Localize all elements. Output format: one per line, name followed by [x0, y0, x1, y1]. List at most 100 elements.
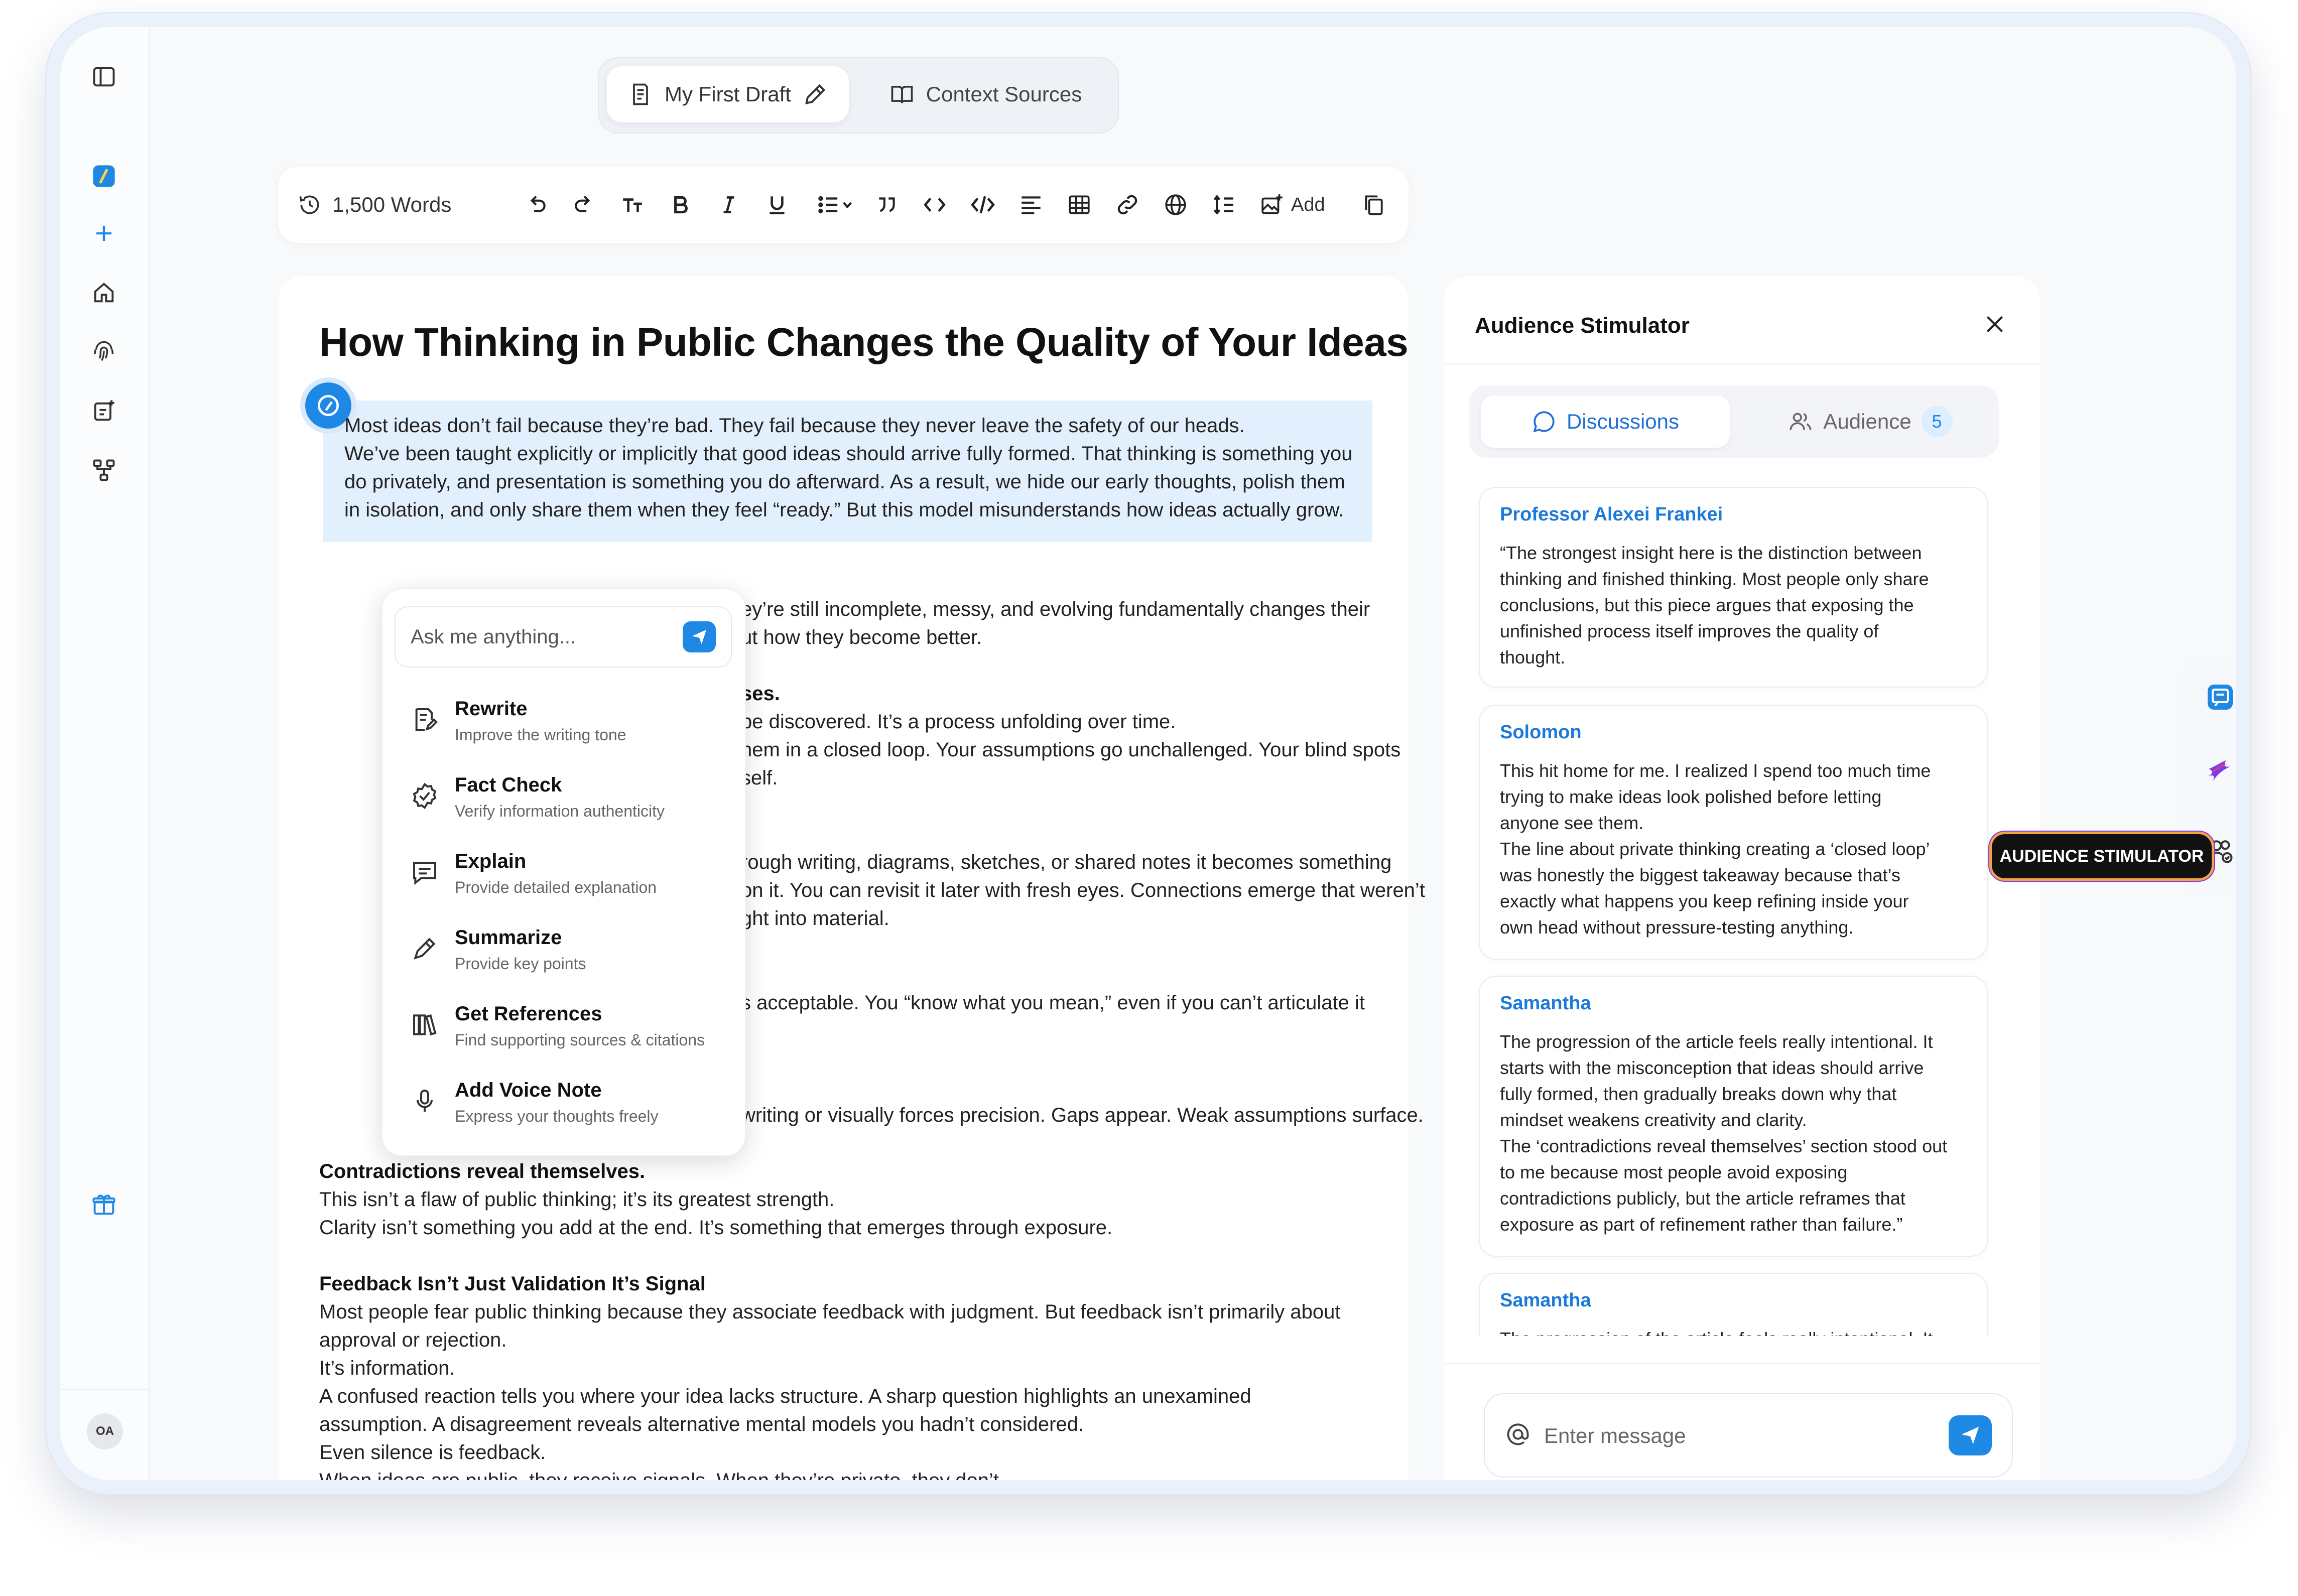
menu-item-explain[interactable]: Explain Provide detailed explanation	[405, 847, 726, 907]
paragraph-line[interactable]: It’s information.	[319, 1354, 455, 1382]
menu-item-fact-check[interactable]: Fact Check Verify information authentici…	[405, 771, 726, 831]
paragraph-line[interactable]: Even silence is feedback.	[319, 1438, 546, 1467]
microphone-icon	[417, 1090, 433, 1112]
tab-context-sources[interactable]: Context Sources	[870, 66, 1101, 122]
paragraph-line[interactable]: ut how they become better.	[741, 623, 982, 651]
tab-label: Context Sources	[926, 82, 1082, 106]
menu-item-title: Summarize	[455, 926, 562, 949]
underline-icon[interactable]	[762, 190, 792, 220]
section-heading[interactable]: Feedback Isn’t Just Validation It’s Sign…	[319, 1270, 706, 1298]
comment-text: The progression of the article feels rea…	[1500, 1031, 1948, 1235]
paragraph-line[interactable]: be discovered. It’s a process unfolding …	[741, 708, 1176, 736]
tab-audience[interactable]: Audience 5	[1755, 395, 1986, 448]
paragraph-line[interactable]: ght into material.	[741, 904, 889, 933]
panel-divider	[1444, 363, 2040, 364]
menu-item-subtitle: Express your thoughts freely	[455, 1107, 659, 1125]
fingerprint-icon[interactable]	[86, 334, 121, 369]
paragraph-line[interactable]: writing or visually forces precision. Ga…	[741, 1101, 1424, 1129]
comment-card[interactable]: Samantha The progression of the article …	[1479, 1273, 1988, 1336]
menu-item-get-references[interactable]: Get References Find supporting sources &…	[405, 1000, 726, 1060]
gift-icon[interactable]	[86, 1187, 121, 1223]
text-size-icon[interactable]	[617, 190, 648, 220]
paragraph-line[interactable]: Most ideas don’t fail because they’re ba…	[344, 412, 1245, 440]
rewrite-icon	[415, 708, 438, 731]
paragraph-line[interactable]: s acceptable. You “know what you mean,” …	[741, 989, 1365, 1017]
close-icon[interactable]	[1980, 309, 2010, 339]
paragraph-line[interactable]: assumption. A disagreement reveals alter…	[319, 1410, 1084, 1438]
add-button[interactable]: Add	[1291, 190, 1325, 220]
message-composer	[1484, 1393, 2013, 1478]
comment-text: This hit home for me. I realized I spend…	[1500, 760, 1931, 938]
commenter-name[interactable]: Samantha	[1500, 1290, 1591, 1311]
paragraph-line[interactable]: self.	[741, 764, 778, 792]
paragraph-line[interactable]: When ideas are public, they receive sign…	[319, 1467, 1004, 1480]
tab-label: Discussions	[1566, 410, 1680, 433]
paragraph-line[interactable]: on it. You can revisit it later with fre…	[741, 876, 1425, 904]
send-message-icon[interactable]	[1949, 1415, 1992, 1455]
avatar[interactable]: OA	[87, 1413, 123, 1449]
menu-item-rewrite[interactable]: Rewrite Improve the writing tone	[405, 695, 726, 755]
add-note-icon[interactable]	[86, 393, 121, 429]
paragraph-line[interactable]: Most people fear public thinking because…	[319, 1298, 1341, 1326]
paragraph-line[interactable]: hem in a closed loop. Your assumptions g…	[741, 736, 1400, 764]
history-icon	[299, 195, 319, 214]
word-count-label: 1,500 Words	[332, 193, 452, 216]
redo-icon[interactable]	[569, 190, 599, 220]
commenter-name[interactable]: Samantha	[1500, 993, 1591, 1014]
section-heading[interactable]: Contradictions reveal themselves.	[319, 1157, 645, 1185]
menu-item-add-voice-note[interactable]: Add Voice Note Express your thoughts fre…	[405, 1076, 726, 1136]
ask-placeholder: Ask me anything...	[411, 625, 576, 648]
tab-discussions[interactable]: Discussions	[1481, 395, 1730, 448]
ask-anything-input[interactable]: Ask me anything...	[395, 606, 732, 668]
align-icon[interactable]	[1016, 190, 1046, 220]
discussion-list: Professor Alexei Frankei “The strongest …	[1444, 487, 2040, 1336]
paragraph-line[interactable]: ey’re still incomplete, messy, and evolv…	[741, 595, 1370, 623]
document-title[interactable]: How Thinking in Public Changes the Quali…	[319, 319, 1409, 365]
code-icon[interactable]	[920, 190, 950, 220]
ai-spark-icon[interactable]	[2204, 755, 2236, 788]
link-icon[interactable]	[1112, 190, 1142, 220]
pencil-icon[interactable]	[802, 81, 828, 107]
paragraph-line[interactable]: Clarity isn’t something you add at the e…	[319, 1214, 1112, 1242]
comment-card[interactable]: Professor Alexei Frankei “The strongest …	[1479, 487, 1988, 688]
list-dropdown-icon[interactable]	[811, 190, 859, 220]
sidebar-toggle-icon[interactable]	[86, 59, 121, 94]
home-icon[interactable]	[86, 275, 121, 310]
menu-item-summarize[interactable]: Summarize Provide key points	[405, 923, 726, 984]
tab-label: My First Draft	[665, 82, 791, 106]
book-open-icon	[891, 85, 913, 103]
message-input[interactable]	[1543, 1414, 1937, 1457]
at-mention-icon[interactable]	[1505, 1421, 1531, 1447]
copy-icon[interactable]	[1358, 190, 1388, 220]
section-heading[interactable]: ses.	[741, 680, 780, 708]
app-logo-icon[interactable]	[86, 159, 121, 194]
new-document-icon[interactable]	[86, 216, 121, 251]
paragraph-line[interactable]: rough writing, diagrams, sketches, or sh…	[741, 848, 1391, 876]
quote-icon[interactable]	[871, 190, 902, 220]
globe-icon[interactable]	[1161, 190, 1191, 220]
bold-icon[interactable]	[666, 190, 696, 220]
add-image-icon[interactable]	[1257, 190, 1287, 220]
menu-item-title: Fact Check	[455, 774, 562, 796]
line-height-icon[interactable]	[1209, 190, 1239, 220]
audience-stimulator-panel: Audience Stimulator Discussions Audience…	[1444, 276, 2040, 1480]
paragraph-line[interactable]: approval or rejection.	[319, 1326, 507, 1354]
paragraph-line[interactable]: in isolation, and only share them when t…	[344, 496, 1344, 524]
table-icon[interactable]	[1064, 190, 1094, 220]
paragraph-line[interactable]: A confused reaction tells you where your…	[319, 1382, 1251, 1410]
send-icon[interactable]	[683, 621, 716, 652]
paragraph-line[interactable]: do privately, and presentation is someth…	[344, 468, 1345, 496]
italic-icon[interactable]	[714, 190, 744, 220]
code-block-icon[interactable]	[968, 190, 998, 220]
chat-board-icon[interactable]	[2204, 681, 2236, 714]
workflow-icon[interactable]	[86, 453, 121, 488]
commenter-name[interactable]: Professor Alexei Frankei	[1500, 504, 1723, 525]
paragraph-line[interactable]: We’ve been taught explicitly or implicit…	[344, 440, 1352, 468]
comment-text: “The strongest insight here is the disti…	[1500, 543, 1929, 668]
comment-card[interactable]: Samantha The progression of the article …	[1479, 976, 1988, 1257]
comment-card[interactable]: Solomon This hit home for me. I realized…	[1479, 705, 1988, 960]
commenter-name[interactable]: Solomon	[1500, 722, 1582, 743]
undo-icon[interactable]	[521, 190, 551, 220]
tab-my-first-draft[interactable]: My First Draft	[607, 66, 849, 122]
paragraph-line[interactable]: This isn’t a flaw of public thinking; it…	[319, 1185, 834, 1214]
